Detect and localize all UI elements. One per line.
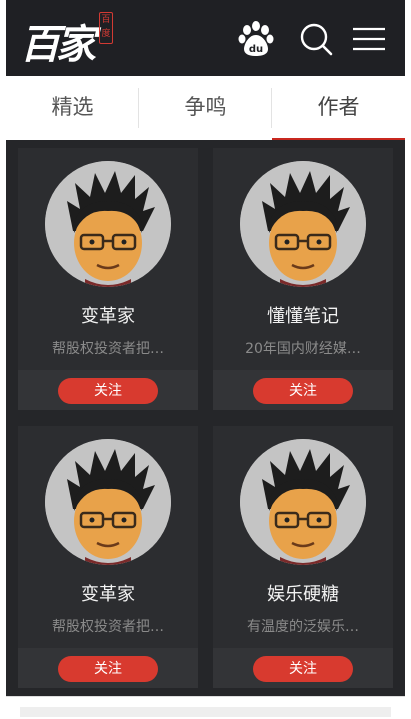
author-avatar[interactable] [45, 439, 171, 565]
logo-stamp: 百度 [99, 12, 113, 44]
author-description: 20年国内财经媒… [245, 341, 361, 357]
logo-text: 百家 [20, 21, 96, 68]
tab-debate[interactable]: 争鸣 [139, 76, 272, 140]
tab-featured[interactable]: 精选 [6, 76, 139, 140]
author-description: 有温度的泛娱乐… [247, 619, 359, 635]
tab-authors[interactable]: 作者 [272, 76, 405, 141]
tab-label: 作者 [317, 95, 360, 119]
follow-button[interactable]: 关注 [58, 378, 158, 404]
baijia-logo[interactable]: 百家 百度 [20, 10, 116, 68]
author-name[interactable]: 懂懂笔记 [213, 302, 393, 328]
search-icon[interactable] [298, 20, 334, 58]
author-card[interactable]: 变革家 帮股权投资者把… 关注 [18, 148, 198, 410]
author-avatar[interactable] [240, 161, 366, 287]
follow-button[interactable]: 关注 [253, 656, 353, 682]
author-grid: 变革家 帮股权投资者把… 关注 懂懂笔记 20年国内财经媒… 关注 变革家 帮股… [6, 140, 405, 696]
author-avatar[interactable] [45, 161, 171, 287]
follow-button[interactable]: 关注 [58, 656, 158, 682]
author-description: 帮股权投资者把… [52, 619, 164, 635]
author-card[interactable]: 娱乐硬糖 有温度的泛娱乐… 关注 [213, 426, 393, 688]
tab-label: 精选 [51, 95, 94, 119]
author-card[interactable]: 懂懂笔记 20年国内财经媒… 关注 [213, 148, 393, 410]
bottom-strip-inner [20, 707, 391, 717]
author-name[interactable]: 娱乐硬糖 [213, 580, 393, 606]
follow-button[interactable]: 关注 [253, 378, 353, 404]
tab-label: 争鸣 [184, 95, 227, 119]
top-header: 百家 百度 du [6, 0, 405, 76]
author-avatar[interactable] [240, 439, 366, 565]
category-tabs: 精选 争鸣 作者 [6, 76, 405, 141]
menu-icon[interactable] [352, 26, 386, 52]
baidu-paw-icon[interactable]: du [238, 20, 274, 58]
author-description: 帮股权投资者把… [52, 341, 164, 357]
author-name[interactable]: 变革家 [18, 302, 198, 328]
author-name[interactable]: 变革家 [18, 580, 198, 606]
author-card[interactable]: 变革家 帮股权投资者把… 关注 [18, 426, 198, 688]
svg-text:du: du [249, 44, 263, 55]
bottom-strip [6, 696, 405, 719]
